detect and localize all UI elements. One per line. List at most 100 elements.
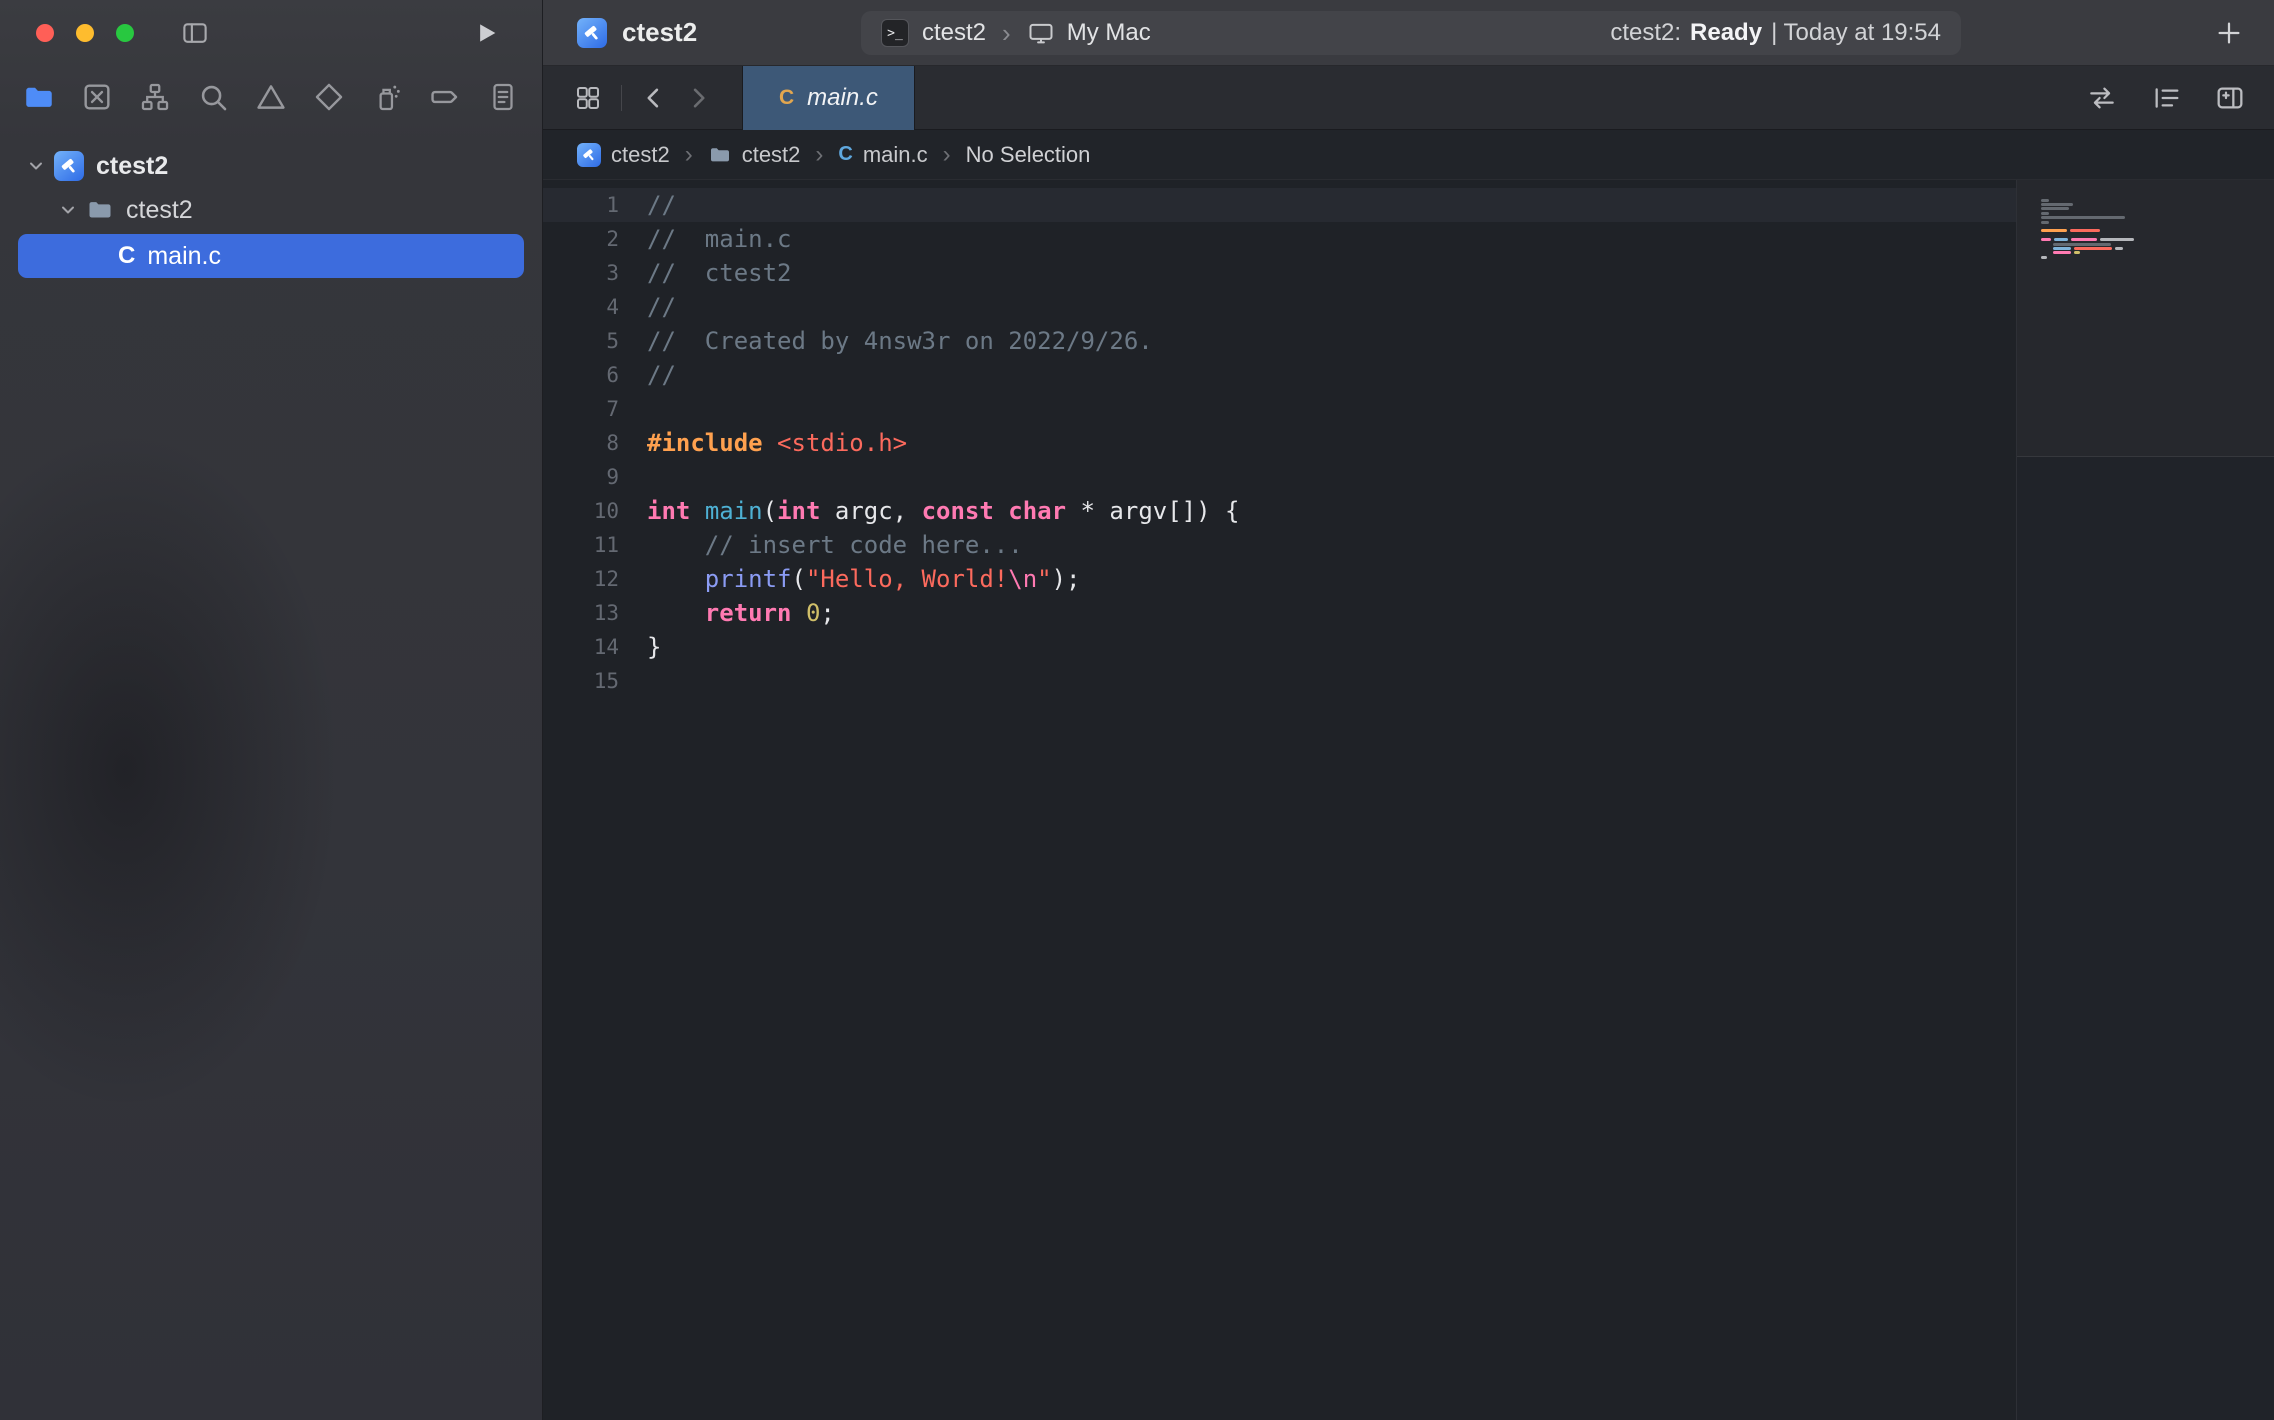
line-number: 9	[543, 460, 619, 494]
scheme-and-status-pill[interactable]: >_ ctest2 › My Mac ctest2: Ready | Today a…	[861, 11, 1961, 55]
status-time: | Today at 19:54	[1771, 19, 1941, 46]
zoom-button[interactable]	[116, 24, 134, 42]
c-file-icon: C	[779, 86, 794, 110]
code-line[interactable]: 1//	[543, 188, 2016, 222]
report-navigator-icon[interactable]	[482, 76, 524, 118]
line-number: 1	[543, 188, 619, 222]
xcode-project-icon	[577, 18, 607, 48]
line-number: 7	[543, 392, 619, 426]
code-line[interactable]: 12 printf("Hello, World!\n");	[543, 562, 2016, 596]
chevron-down-icon[interactable]	[58, 200, 78, 220]
chevron-right-icon: ›	[943, 141, 951, 169]
code-text: return 0;	[647, 596, 835, 630]
c-file-icon: C	[118, 242, 135, 270]
code-line[interactable]: 5 // Created by 4nsw3r on 2022/9/26.	[543, 324, 2016, 358]
folder-icon	[708, 143, 732, 167]
code-review-icon[interactable]	[2086, 82, 2118, 114]
library-plus-button[interactable]	[2214, 18, 2244, 48]
symbol-navigator-icon[interactable]	[134, 76, 176, 118]
run-button[interactable]	[472, 19, 500, 47]
code-text: // Created by 4nsw3r on 2022/9/26.	[647, 324, 1153, 358]
code-line[interactable]: 11 // insert code here...	[543, 528, 2016, 562]
jumpbar-label: ctest2	[742, 142, 801, 168]
divider	[621, 85, 622, 111]
jumpbar-label: ctest2	[611, 142, 670, 168]
tree-label: main.c	[147, 242, 221, 271]
project-tree: ctest2 ctest2 C main.c	[0, 128, 542, 278]
code-line[interactable]: 3// ctest2	[543, 256, 2016, 290]
jumpbar-label: main.c	[863, 142, 928, 168]
code-line[interactable]: 14}	[543, 630, 2016, 664]
code-line[interactable]: 2// main.c	[543, 222, 2016, 256]
status-state: Ready	[1690, 19, 1762, 46]
minimap-row	[2041, 259, 2274, 263]
line-number: 6	[543, 358, 619, 392]
code-line[interactable]: 10int main(int argc, const char * argv[]…	[543, 494, 2016, 528]
line-number: 11	[543, 528, 619, 562]
line-number: 12	[543, 562, 619, 596]
test-navigator-icon[interactable]	[308, 76, 350, 118]
line-number: 15	[543, 664, 619, 698]
editor-controls	[2086, 82, 2246, 114]
sidebar-toggle-icon[interactable]	[180, 18, 210, 48]
minimize-button[interactable]	[76, 24, 94, 42]
status-scheme: ctest2:	[1610, 19, 1681, 46]
xcode-project-icon	[54, 151, 84, 181]
line-number: 5	[543, 324, 619, 358]
chevron-right-icon: ›	[1002, 20, 1011, 46]
source-control-navigator-icon[interactable]	[76, 76, 118, 118]
debug-navigator-icon[interactable]	[366, 76, 408, 118]
code-line[interactable]: 6//	[543, 358, 2016, 392]
code-line[interactable]: 9	[543, 460, 2016, 494]
jumpbar-item-file[interactable]: C main.c	[838, 142, 927, 168]
editor-tab-bar: C main.c	[543, 66, 2274, 130]
tree-row-group[interactable]: ctest2	[0, 188, 542, 232]
code-text: #include <stdio.h>	[647, 426, 907, 460]
issue-navigator-icon[interactable]	[250, 76, 292, 118]
code-line[interactable]: 8#include <stdio.h>	[543, 426, 2016, 460]
jumpbar-item-selection[interactable]: No Selection	[966, 142, 1091, 168]
minimap[interactable]	[2017, 180, 2274, 457]
tree-row-project[interactable]: ctest2	[0, 144, 542, 188]
editor-options-icon[interactable]	[2150, 82, 2182, 114]
code-line[interactable]: 4//	[543, 290, 2016, 324]
code-line[interactable]: 13 return 0;	[543, 596, 2016, 630]
terminal-icon: >_	[881, 19, 909, 47]
chevron-right-icon: ›	[815, 141, 823, 169]
tree-row-file-selected[interactable]: C main.c	[18, 234, 524, 278]
project-navigator-icon[interactable]	[18, 76, 60, 118]
chevron-down-icon[interactable]	[26, 156, 46, 176]
code-text: }	[647, 630, 661, 664]
jumpbar-item-project[interactable]: ctest2	[577, 142, 670, 168]
back-button[interactable]	[640, 84, 668, 112]
code-lines[interactable]: 1//2// main.c3// ctest24//5 // Created by…	[543, 180, 2016, 1420]
tree-label: ctest2	[96, 152, 168, 181]
run-destination[interactable]: My Mac	[1067, 19, 1151, 47]
close-button[interactable]	[36, 24, 54, 42]
code-line[interactable]: 15	[543, 664, 2016, 698]
forward-button[interactable]	[684, 84, 712, 112]
line-number: 10	[543, 494, 619, 528]
window-title: ctest2	[622, 17, 697, 48]
navigator-tab-bar	[0, 66, 542, 128]
window-toolbar: ctest2 >_ ctest2 › My Mac ctest2: Ready | …	[543, 0, 2274, 66]
add-editor-icon[interactable]	[2214, 82, 2246, 114]
tree-label: ctest2	[126, 196, 193, 225]
minimap-column	[2016, 180, 2274, 1420]
traffic-lights	[36, 24, 134, 42]
main-area: ctest2 >_ ctest2 › My Mac ctest2: Ready | …	[543, 0, 2274, 1420]
tab-label: main.c	[807, 84, 878, 112]
code-line[interactable]: 7	[543, 392, 2016, 426]
code-text: // insert code here...	[647, 528, 1023, 562]
jumpbar-item-group[interactable]: ctest2	[708, 142, 801, 168]
scheme-name[interactable]: ctest2	[922, 19, 986, 47]
folder-icon	[86, 196, 114, 224]
tab-main-c[interactable]: C main.c	[742, 66, 915, 130]
code-text: // ctest2	[647, 256, 792, 290]
my-mac-icon	[1027, 19, 1055, 47]
find-navigator-icon[interactable]	[192, 76, 234, 118]
line-number: 4	[543, 290, 619, 324]
related-items-grid-icon[interactable]	[573, 83, 603, 113]
breakpoint-navigator-icon[interactable]	[424, 76, 466, 118]
xcode-project-icon	[577, 143, 601, 167]
